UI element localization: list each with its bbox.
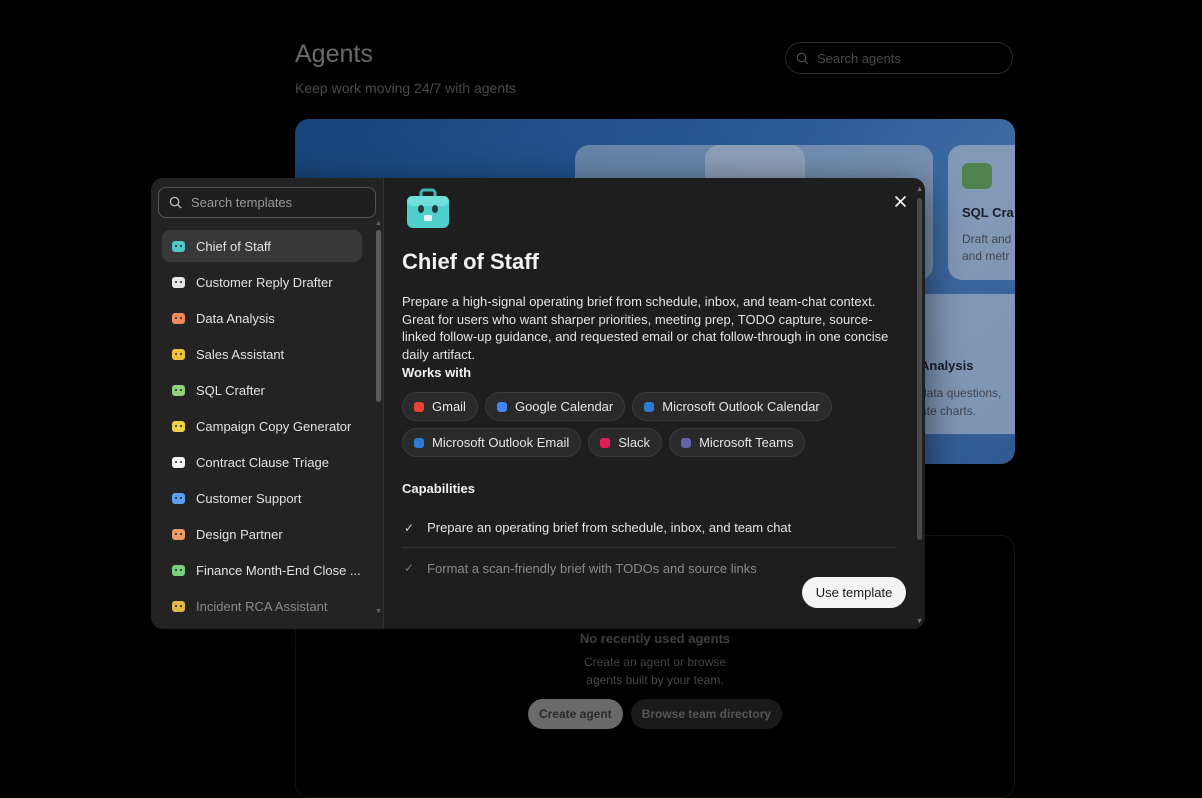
close-button[interactable] xyxy=(889,190,911,212)
template-avatar-icon xyxy=(172,528,185,540)
page-subtitle: Keep work moving 24/7 with agents xyxy=(295,80,517,96)
template-avatar-icon xyxy=(172,600,185,612)
google-calendar-icon xyxy=(496,401,507,412)
integration-chip-label: Microsoft Outlook Calendar xyxy=(662,399,820,414)
template-list-item[interactable]: Design Partner xyxy=(162,518,362,550)
template-list-item-label: SQL Crafter xyxy=(196,382,265,398)
check-icon: ✓ xyxy=(404,520,415,535)
featured-card-title: SQL Cra xyxy=(962,205,1014,220)
template-picker-modal: ▲ ▼ Chief of Staff Customer Reply Drafter… xyxy=(151,178,925,629)
template-avatar-icon xyxy=(172,420,185,432)
template-avatar-icon xyxy=(172,276,185,288)
empty-state-line: agents built by your team. xyxy=(586,673,724,687)
template-list-pane: ▲ ▼ Chief of Staff Customer Reply Drafter… xyxy=(151,178,384,629)
teams-icon xyxy=(681,437,692,448)
integration-chip-label: Google Calendar xyxy=(514,399,614,414)
template-search-input[interactable] xyxy=(191,195,361,210)
template-list-item-label: Incident RCA Assistant xyxy=(196,598,328,614)
integration-chip: Gmail xyxy=(402,392,478,421)
featured-card-sql[interactable]: SQL Cra Draft and and metr xyxy=(948,145,1015,280)
template-list-item[interactable]: Finance Month-End Close ... xyxy=(162,554,362,586)
template-list-item[interactable]: Campaign Copy Generator xyxy=(162,410,362,442)
outlook-calendar-icon xyxy=(644,401,655,412)
integration-chip: Microsoft Teams xyxy=(669,428,806,457)
template-list-item[interactable]: Customer Reply Drafter xyxy=(162,266,362,298)
check-icon: ✓ xyxy=(404,561,415,575)
template-avatar-icon xyxy=(172,456,185,468)
template-list-item[interactable]: Incident RCA Assistant xyxy=(162,590,362,622)
template-list-item-label: Chief of Staff xyxy=(196,238,271,254)
empty-state-title: No recently used agents xyxy=(579,631,731,646)
template-list-item[interactable]: SQL Crafter xyxy=(162,374,362,406)
template-list-item-label: Campaign Copy Generator xyxy=(196,418,352,434)
template-list-item[interactable]: Sales Assistant xyxy=(162,338,362,370)
template-list-item-label: Data Analysis xyxy=(196,310,275,326)
template-list-item-label: Design Partner xyxy=(196,526,283,542)
page-title: Agents xyxy=(295,40,373,68)
template-list: Chief of Staff Customer Reply Drafter Data… xyxy=(162,230,362,626)
template-avatar-icon xyxy=(172,312,185,324)
detail-scrollbar[interactable] xyxy=(917,198,922,540)
integration-chip: Google Calendar xyxy=(484,392,626,421)
template-list-item-label: Finance Month-End Close ... xyxy=(196,562,361,578)
capabilities-heading: Capabilities xyxy=(402,481,475,496)
template-list-item[interactable]: Customer Support xyxy=(162,482,362,514)
template-detail-pane: Chief of Staff Prepare a high-signal ope… xyxy=(384,178,925,629)
search-icon xyxy=(796,52,809,65)
create-agent-button[interactable]: Create agent xyxy=(527,699,623,729)
scroll-down-arrow[interactable]: ▼ xyxy=(916,618,923,625)
gmail-icon xyxy=(414,401,424,412)
template-list-item[interactable]: Chief of Staff xyxy=(162,230,362,262)
outlook-email-icon xyxy=(414,437,424,448)
template-avatar-icon xyxy=(172,564,185,576)
template-list-item[interactable]: Data Analysis xyxy=(162,302,362,334)
capability-text: Prepare an operating brief from schedule… xyxy=(427,520,792,535)
close-icon xyxy=(894,195,906,207)
use-template-button[interactable]: Use template xyxy=(802,577,906,608)
empty-state-line: Create an agent or browse xyxy=(583,655,727,669)
template-list-item-label: Contract Clause Triage xyxy=(196,454,329,470)
template-list-item-label: Sales Assistant xyxy=(196,346,285,362)
integration-chip: Microsoft Outlook Email xyxy=(402,428,582,457)
integration-chip-label: Slack xyxy=(618,435,651,450)
template-search[interactable] xyxy=(158,187,376,218)
scroll-up-arrow[interactable]: ▲ xyxy=(916,186,923,193)
capability-item: ✓ Prepare an operating brief from schedu… xyxy=(402,508,897,548)
template-avatar-icon xyxy=(172,492,185,504)
capability-text: Format a scan-friendly brief with TODOs … xyxy=(427,560,757,576)
template-list-scrollbar[interactable] xyxy=(376,230,381,402)
template-avatar-icon xyxy=(172,384,185,396)
template-list-item[interactable]: Contract Clause Triage xyxy=(162,446,362,478)
agents-search-placeholder: Search agents xyxy=(817,50,901,66)
template-avatar-icon xyxy=(172,240,185,252)
template-description: Prepare a high-signal operating brief fr… xyxy=(402,294,889,362)
integration-chip-label: Microsoft Outlook Email xyxy=(432,435,570,450)
template-list-item-label: Customer Reply Drafter xyxy=(196,274,333,290)
slack-icon xyxy=(600,437,611,448)
template-list-item-label: Customer Support xyxy=(196,490,302,506)
search-icon xyxy=(169,196,182,209)
featured-card-title: Analysis xyxy=(920,358,974,373)
integration-chip-label: Microsoft Teams xyxy=(699,435,794,450)
scroll-up-arrow[interactable]: ▲ xyxy=(375,220,382,227)
integration-chips: Gmail Google Calendar Microsoft Outlook Ca… xyxy=(402,392,872,457)
integration-chip: Slack xyxy=(588,428,663,457)
featured-card-desc: Draft and and metr xyxy=(962,232,1012,263)
agents-search[interactable]: Search agents xyxy=(785,42,1013,74)
integration-chip: Microsoft Outlook Calendar xyxy=(632,392,832,421)
template-title: Chief of Staff xyxy=(402,249,539,274)
template-avatar-icon xyxy=(172,348,185,360)
works-with-heading: Works with xyxy=(402,365,472,380)
featured-card-desc: data questions, ate charts. xyxy=(920,386,1002,418)
empty-state-text: Create an agent or browse agents built b… xyxy=(296,653,1014,689)
browse-team-directory-button[interactable]: Browse team directory xyxy=(630,699,783,729)
briefcase-robot-icon xyxy=(407,188,449,228)
integration-chip-label: Gmail xyxy=(432,399,466,414)
robot-icon xyxy=(962,163,992,189)
scroll-down-arrow[interactable]: ▼ xyxy=(375,608,382,615)
